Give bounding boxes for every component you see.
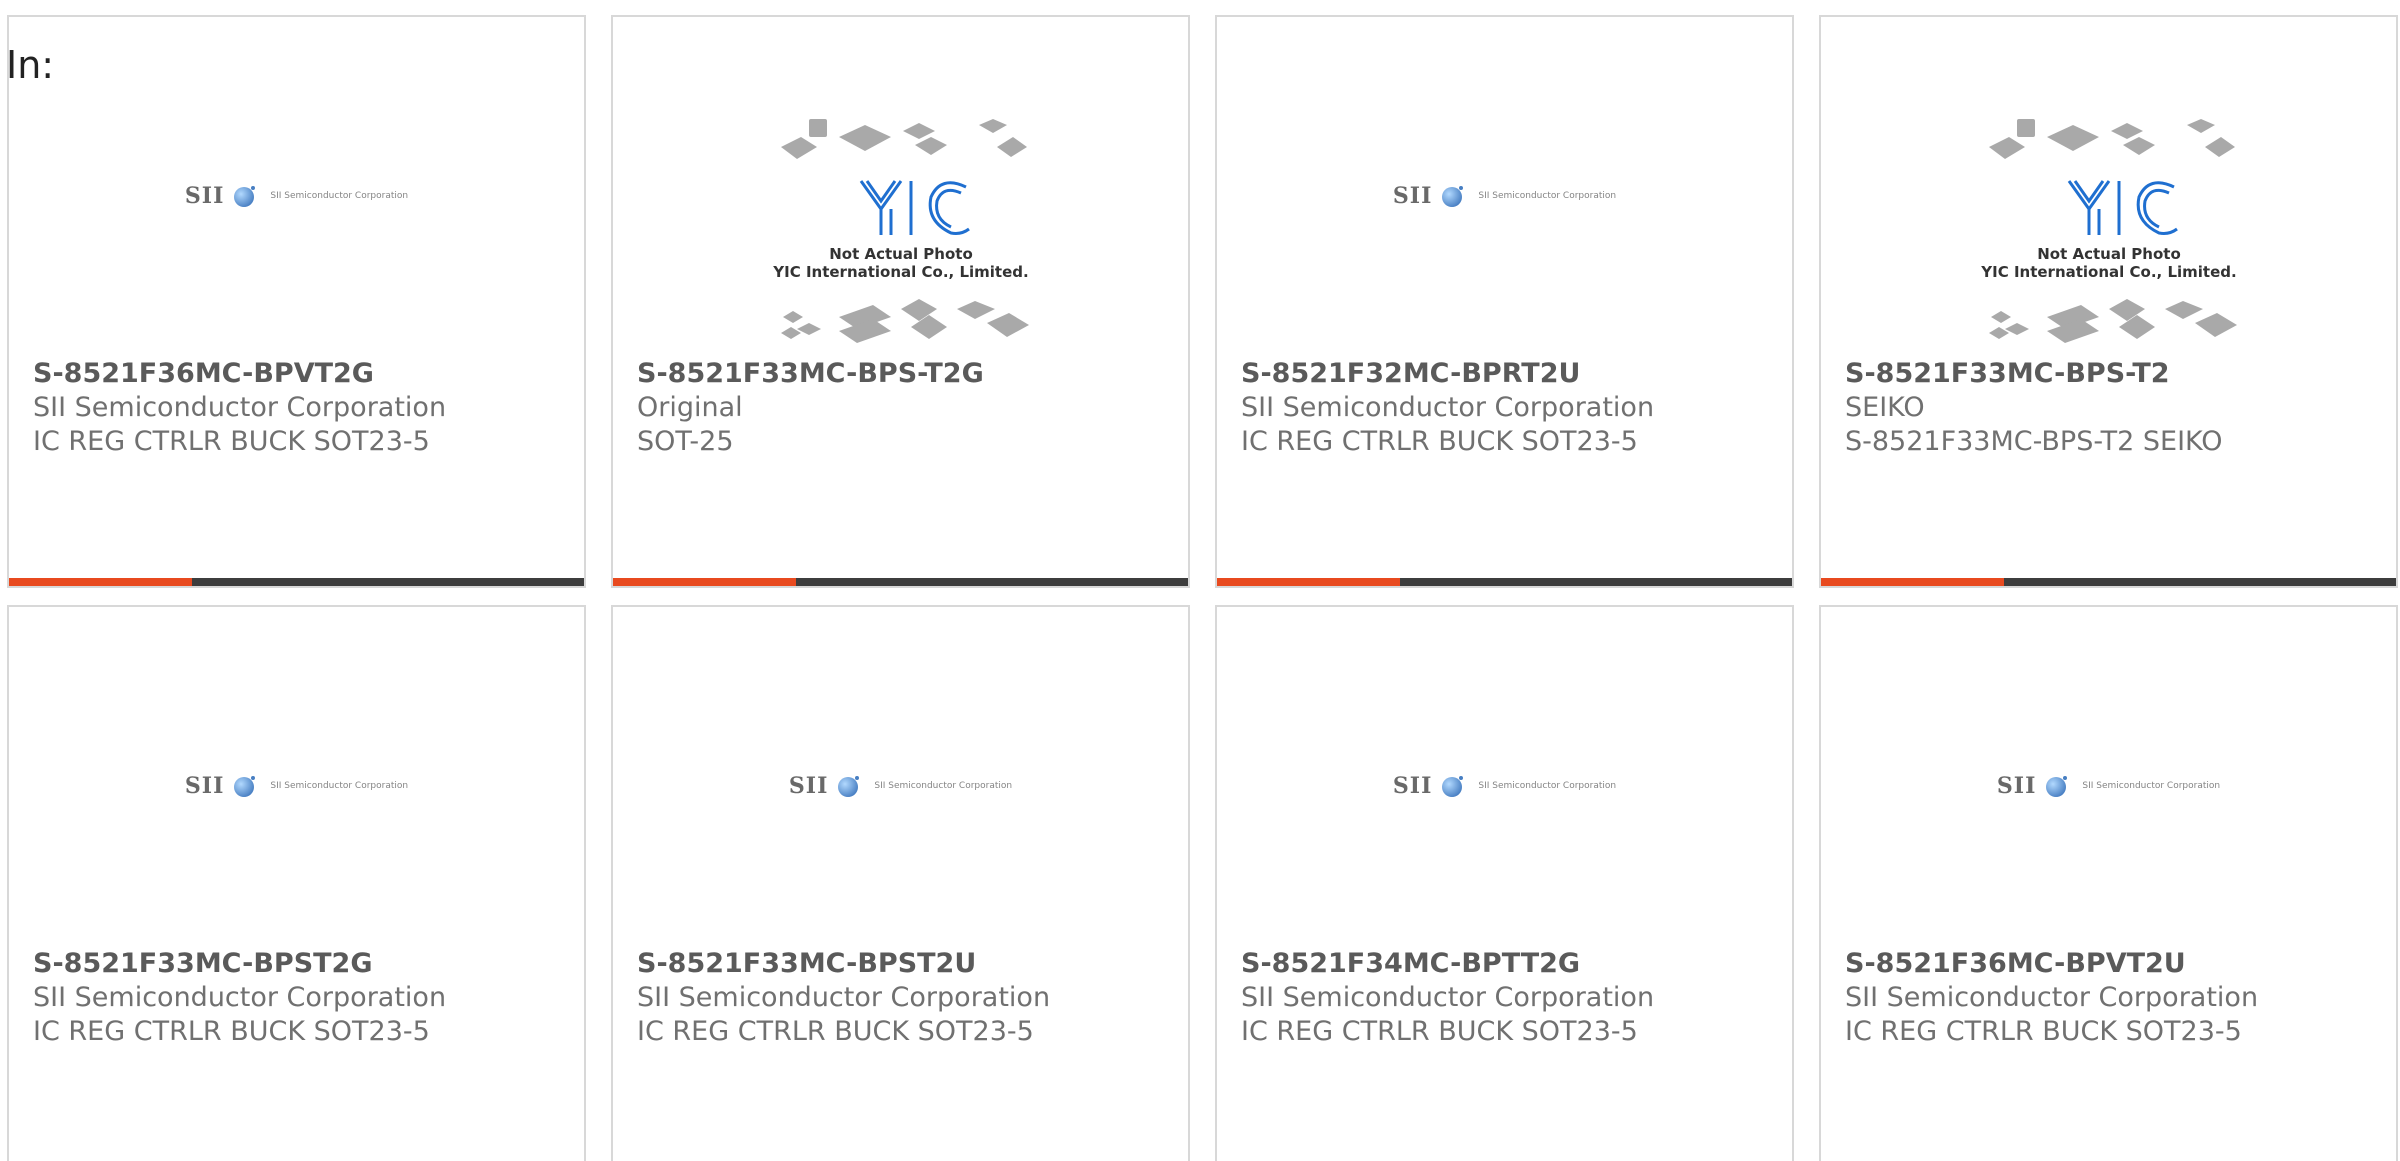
yic-placeholder-image: Not Actual Photo YIC International Co., …	[1980, 119, 2237, 343]
page: In: SII SII Semiconductor Corporation S-…	[0, 0, 2400, 1161]
description: IC REG CTRLR BUCK SOT23-5	[637, 1016, 1034, 1047]
product-image[interactable]: SII SII Semiconductor Corporation	[1217, 687, 1792, 957]
product-card[interactable]: SII SII Semiconductor Corporation S-8521…	[1215, 605, 1794, 1161]
part-number[interactable]: S-8521F36MC-BPVT2G	[33, 357, 574, 391]
product-card[interactable]: SII SII Semiconductor Corporation S-8521…	[7, 605, 586, 1161]
svg-text:Not Actual Photo: Not Actual Photo	[2037, 245, 2181, 263]
description: IC REG CTRLR BUCK SOT23-5	[1241, 426, 1638, 457]
manufacturer: SII Semiconductor Corporation	[33, 392, 447, 423]
part-number[interactable]: S-8521F33MC-BPS-T2	[1845, 357, 2386, 391]
product-image[interactable]: SII SII Semiconductor Corporation	[1217, 97, 1792, 367]
card-accent	[1217, 578, 1400, 586]
card-bottom-bar	[1217, 578, 1792, 586]
product-image[interactable]: SII SII Semiconductor Corporation	[1821, 687, 2396, 957]
sii-logo: SII SII Semiconductor Corporation	[1392, 773, 1617, 799]
part-number[interactable]: S-8521F32MC-BPRT2U	[1241, 357, 1782, 391]
product-image[interactable]: Not Actual Photo YIC International Co., …	[1821, 117, 2396, 387]
globe-icon	[234, 186, 256, 207]
filter-label: In:	[6, 43, 55, 87]
product-card[interactable]: Not Actual Photo YIC International Co., …	[611, 15, 1190, 588]
part-number[interactable]: S-8521F36MC-BPVT2U	[1845, 947, 2386, 981]
product-info: S-8521F33MC-BPST2U SII Semiconductor Cor…	[637, 947, 1178, 1049]
card-bottom-bar	[1821, 578, 2396, 586]
svg-text:Not Actual Photo: Not Actual Photo	[829, 245, 973, 263]
globe-icon	[2046, 776, 2068, 797]
svg-text:YIC International Co., Limited: YIC International Co., Limited.	[772, 263, 1028, 281]
product-card[interactable]: Not Actual Photo YIC International Co., …	[1819, 15, 2398, 588]
product-info: S-8521F36MC-BPVT2U SII Semiconductor Cor…	[1845, 947, 2386, 1049]
globe-icon	[234, 776, 256, 797]
card-accent	[613, 578, 796, 586]
sii-logo: SII SII Semiconductor Corporation	[1996, 773, 2221, 799]
product-image[interactable]: Not Actual Photo YIC International Co., …	[613, 117, 1188, 387]
product-card[interactable]: SII SII Semiconductor Corporation S-8521…	[611, 605, 1190, 1161]
part-number[interactable]: S-8521F33MC-BPS-T2G	[637, 357, 1178, 391]
part-number[interactable]: S-8521F33MC-BPST2U	[637, 947, 1178, 981]
product-image[interactable]: SII SII Semiconductor Corporation	[9, 97, 584, 367]
sii-logo: SII SII Semiconductor Corporation	[184, 773, 409, 799]
card-bottom-bar	[613, 578, 1188, 586]
part-number[interactable]: S-8521F34MC-BPTT2G	[1241, 947, 1782, 981]
manufacturer: SII Semiconductor Corporation	[637, 982, 1051, 1013]
part-number[interactable]: S-8521F33MC-BPST2G	[33, 947, 574, 981]
sii-logo: SII SII Semiconductor Corporation	[184, 183, 409, 209]
product-image[interactable]: SII SII Semiconductor Corporation	[9, 687, 584, 957]
manufacturer: SII Semiconductor Corporation	[1241, 982, 1655, 1013]
card-accent	[9, 578, 192, 586]
product-image[interactable]: SII SII Semiconductor Corporation	[613, 687, 1188, 957]
description: IC REG CTRLR BUCK SOT23-5	[1845, 1016, 2242, 1047]
sii-logo: SII SII Semiconductor Corporation	[1392, 183, 1617, 209]
description: IC REG CTRLR BUCK SOT23-5	[33, 1016, 430, 1047]
manufacturer: SII Semiconductor Corporation	[1845, 982, 2259, 1013]
product-info: S-8521F36MC-BPVT2G SII Semiconductor Cor…	[33, 357, 574, 459]
product-card[interactable]: SII SII Semiconductor Corporation S-8521…	[1215, 15, 1794, 588]
product-info: S-8521F33MC-BPS-T2 SEIKO S-8521F33MC-BPS…	[1845, 357, 2386, 459]
manufacturer: SII Semiconductor Corporation	[33, 982, 447, 1013]
description: SOT-25	[637, 426, 734, 457]
yic-placeholder-image: Not Actual Photo YIC International Co., …	[772, 119, 1029, 343]
card-bottom-bar	[9, 578, 584, 586]
description: S-8521F33MC-BPS-T2 SEIKO	[1845, 426, 2223, 457]
manufacturer: Original	[637, 392, 743, 423]
product-card[interactable]: SII SII Semiconductor Corporation S-8521…	[1819, 605, 2398, 1161]
manufacturer: SII Semiconductor Corporation	[1241, 392, 1655, 423]
product-info: S-8521F33MC-BPS-T2G Original SOT-25	[637, 357, 1178, 459]
product-info: S-8521F33MC-BPST2G SII Semiconductor Cor…	[33, 947, 574, 1049]
product-info: S-8521F32MC-BPRT2U SII Semiconductor Cor…	[1241, 357, 1782, 459]
manufacturer: SEIKO	[1845, 392, 1925, 423]
product-info: S-8521F34MC-BPTT2G SII Semiconductor Cor…	[1241, 947, 1782, 1049]
description: IC REG CTRLR BUCK SOT23-5	[33, 426, 430, 457]
product-card[interactable]: SII SII Semiconductor Corporation S-8521…	[7, 15, 586, 588]
globe-icon	[1442, 186, 1464, 207]
svg-text:YIC International Co., Limited: YIC International Co., Limited.	[1980, 263, 2236, 281]
globe-icon	[1442, 776, 1464, 797]
sii-logo: SII SII Semiconductor Corporation	[788, 773, 1013, 799]
product-grid: SII SII Semiconductor Corporation S-8521…	[7, 15, 2398, 1161]
globe-icon	[838, 776, 860, 797]
description: IC REG CTRLR BUCK SOT23-5	[1241, 1016, 1638, 1047]
card-accent	[1821, 578, 2004, 586]
